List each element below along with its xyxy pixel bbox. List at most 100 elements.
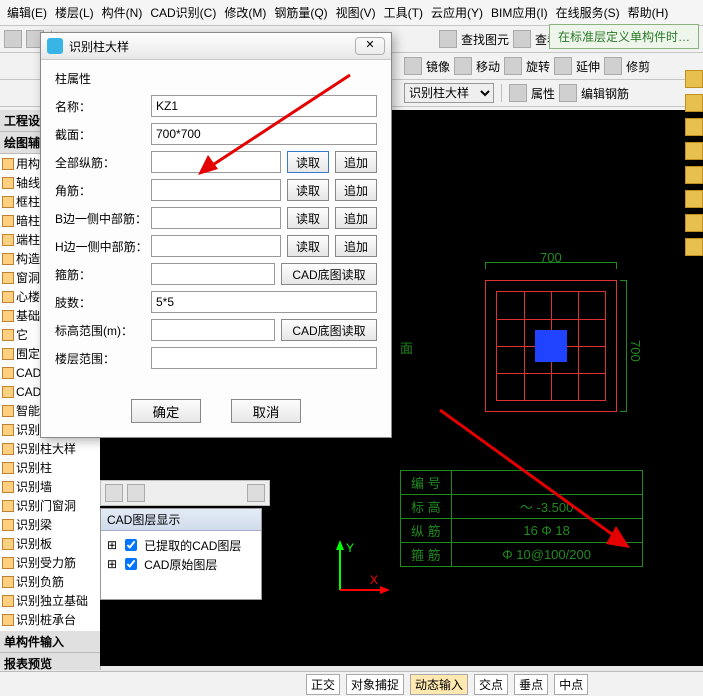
mini-btn-1[interactable] — [105, 484, 123, 502]
trim-button[interactable]: 修剪 — [626, 58, 650, 75]
read-hside-button[interactable]: 读取 — [287, 235, 329, 257]
read-corner-button[interactable]: 读取 — [287, 179, 329, 201]
trim-icon[interactable] — [604, 57, 622, 75]
rtool-2[interactable] — [685, 94, 703, 112]
dialog-title: 识别柱大样 — [69, 38, 129, 55]
edit-rebar-button[interactable]: 编辑钢筋 — [581, 85, 629, 102]
input-allbar[interactable] — [151, 151, 281, 173]
input-elev[interactable] — [151, 319, 275, 341]
input-hside[interactable] — [151, 235, 281, 257]
status-snap[interactable]: 对象捕捉 — [346, 674, 404, 695]
edit-rebar-icon[interactable] — [559, 84, 577, 102]
attr-icon[interactable] — [509, 84, 527, 102]
cancel-button[interactable]: 取消 — [231, 399, 301, 423]
menu-view[interactable]: 视图(V) — [333, 2, 379, 23]
close-icon[interactable]: ✕ — [355, 37, 385, 55]
sidebar-item-16[interactable]: 识别柱 — [0, 458, 100, 477]
input-limb[interactable] — [151, 291, 377, 313]
input-name[interactable] — [151, 95, 377, 117]
sidebar-item-15[interactable]: 识别柱大样 — [0, 439, 100, 458]
menu-tool[interactable]: 工具(T) — [381, 2, 426, 23]
sidebar-item-23[interactable]: 识别独立基础 — [0, 591, 100, 610]
cadread-stirrup-button[interactable]: CAD底图读取 — [281, 263, 377, 285]
add-bside-button[interactable]: 追加 — [335, 207, 377, 229]
input-bside[interactable] — [151, 207, 281, 229]
rtool-6[interactable] — [685, 190, 703, 208]
sidebar-item-label: 识别板 — [16, 535, 52, 552]
status-perp[interactable]: 垂点 — [514, 674, 548, 695]
input-floor[interactable] — [151, 347, 377, 369]
lbl-floor: 楼层范围： — [55, 350, 145, 367]
cadread-elev-button[interactable]: CAD底图读取 — [281, 319, 377, 341]
dialog-titlebar[interactable]: 识别柱大样 ✕ — [41, 33, 391, 60]
move-icon[interactable] — [454, 57, 472, 75]
bullet-icon — [2, 576, 14, 588]
mirror-button[interactable]: 镜像 — [426, 58, 450, 75]
sidebar-item-17[interactable]: 识别墙 — [0, 477, 100, 496]
menu-floor[interactable]: 楼层(L) — [52, 2, 97, 23]
menu-rebar[interactable]: 钢筋量(Q) — [271, 2, 330, 23]
attr-button[interactable]: 属性 — [531, 85, 555, 102]
input-corner[interactable] — [151, 179, 281, 201]
mini-btn-2[interactable] — [127, 484, 145, 502]
sidebar-item-label: 识别墙 — [16, 478, 52, 495]
rtool-4[interactable] — [685, 142, 703, 160]
mini-btn-3[interactable] — [247, 484, 265, 502]
sidebar-item-19[interactable]: 识别梁 — [0, 515, 100, 534]
tbl-head-3: 纵 筋 — [401, 519, 452, 543]
move-button[interactable]: 移动 — [476, 58, 500, 75]
menu-bim[interactable]: BIM应用(I) — [488, 2, 551, 23]
rotate-icon[interactable] — [504, 57, 522, 75]
layer-check-2[interactable] — [125, 558, 137, 570]
find-element-button[interactable]: 查找图元 — [461, 31, 509, 48]
sidebar-item-21[interactable]: 识别受力筋 — [0, 553, 100, 572]
layer-check-1[interactable] — [125, 539, 137, 551]
sidebar-item-label: 识别桩承台 — [16, 611, 76, 628]
layer-node-2[interactable]: ⊞ CAD原始图层 — [107, 555, 255, 573]
extend-button[interactable]: 延伸 — [576, 58, 600, 75]
sidebar-item-18[interactable]: 识别门窗洞 — [0, 496, 100, 515]
sidebar-item-label: 识别柱大样 — [16, 440, 76, 457]
menu-help[interactable]: 帮助(H) — [625, 2, 672, 23]
menu-component[interactable]: 构件(N) — [99, 2, 146, 23]
input-stirrup[interactable] — [151, 263, 275, 285]
bullet-icon — [2, 386, 14, 398]
rebar-icon[interactable] — [513, 30, 531, 48]
rotate-button[interactable]: 旋转 — [526, 58, 550, 75]
input-section[interactable] — [151, 123, 377, 145]
sidebar-item-label: 窗洞 — [16, 269, 40, 286]
identify-combo[interactable]: 识别柱大样 — [404, 83, 494, 103]
menu-online[interactable]: 在线服务(S) — [553, 2, 623, 23]
sidebar-item-20[interactable]: 识别板 — [0, 534, 100, 553]
rtool-5[interactable] — [685, 166, 703, 184]
menu-edit[interactable]: 编辑(E) — [4, 2, 50, 23]
read-allbar-button[interactable]: 读取 — [287, 151, 329, 173]
sidebar-footer-1[interactable]: 单构件输入 — [0, 631, 100, 653]
read-bside-button[interactable]: 读取 — [287, 207, 329, 229]
status-mid[interactable]: 中点 — [554, 674, 588, 695]
add-hside-button[interactable]: 追加 — [335, 235, 377, 257]
add-corner-button[interactable]: 追加 — [335, 179, 377, 201]
rtool-3[interactable] — [685, 118, 703, 136]
extend-icon[interactable] — [554, 57, 572, 75]
mirror-icon[interactable] — [404, 57, 422, 75]
status-inter[interactable]: 交点 — [474, 674, 508, 695]
status-dyn[interactable]: 动态输入 — [410, 674, 468, 695]
new-icon[interactable] — [4, 30, 22, 48]
layer-node-1[interactable]: ⊞ 已提取的CAD图层 — [107, 536, 255, 554]
sidebar-item-24[interactable]: 识别桩承台 — [0, 610, 100, 629]
menu-cloud[interactable]: 云应用(Y) — [428, 2, 486, 23]
ok-button[interactable]: 确定 — [131, 399, 201, 423]
sidebar-footer-2[interactable]: 报表预览 — [0, 653, 100, 670]
add-allbar-button[interactable]: 追加 — [335, 151, 377, 173]
sidebar-item-22[interactable]: 识别负筋 — [0, 572, 100, 591]
sidebar-item-label: 它 — [16, 326, 28, 343]
rtool-1[interactable] — [685, 70, 703, 88]
lbl-bside: B边一侧中部筋： — [55, 210, 145, 227]
status-ortho[interactable]: 正交 — [306, 674, 340, 695]
rtool-8[interactable] — [685, 238, 703, 256]
rtool-7[interactable] — [685, 214, 703, 232]
menu-cad[interactable]: CAD识别(C) — [147, 2, 219, 23]
menu-modify[interactable]: 修改(M) — [221, 2, 269, 23]
search-icon[interactable] — [439, 30, 457, 48]
